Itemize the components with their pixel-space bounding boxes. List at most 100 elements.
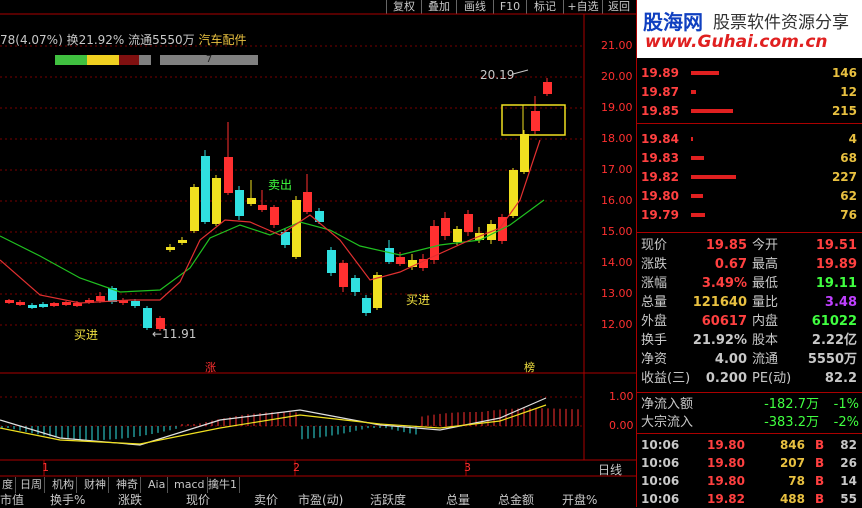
- order-volume-bar: [691, 194, 703, 198]
- flow-value: -182.7万: [764, 397, 819, 412]
- trades-divider: [637, 433, 862, 434]
- tab-caishen[interactable]: 财神: [82, 477, 109, 493]
- order-volume-bar: [691, 90, 696, 94]
- candle-body: [373, 275, 382, 308]
- quote-row: 收益(三) 0.200 PE(动) 82.2: [639, 369, 861, 388]
- order-volume: 68: [840, 151, 857, 165]
- trade-time: 10:06: [641, 474, 680, 488]
- quote-key: 最高: [752, 257, 779, 272]
- order-book-divider: [637, 123, 862, 124]
- candle-body: [270, 207, 279, 225]
- quote-row: 净资 4.00 流通 5550万: [639, 350, 861, 369]
- flow-pct: -1%: [833, 397, 859, 412]
- order-volume: 76: [840, 208, 857, 222]
- col-market-cap[interactable]: 市值: [0, 494, 24, 507]
- quote-key: 量比: [752, 295, 779, 310]
- order-volume-bar: [691, 175, 736, 179]
- col-turnover[interactable]: 换手%: [50, 494, 85, 507]
- tab-du[interactable]: 度: [0, 477, 16, 493]
- indicator-tabs: 度 日周 机构 财神 神奇 Aia macd 擒牛1: [0, 477, 636, 493]
- candle-body: [396, 257, 405, 264]
- candle-body: [166, 247, 175, 250]
- order-volume: 227: [831, 170, 857, 184]
- buy-signal-1: 买进: [74, 328, 99, 342]
- quote-divider: [637, 232, 862, 233]
- candle-body: [62, 302, 71, 305]
- col-price[interactable]: 现价: [186, 494, 210, 507]
- quote-row: 现价 19.85 今开 19.51: [639, 236, 861, 255]
- quote-key: 换手: [641, 333, 668, 348]
- flow-row: 大宗流入 -383.2万 -2%: [639, 413, 861, 432]
- candle-body: [131, 301, 140, 306]
- order-book-row: 19.87 12: [639, 83, 861, 102]
- price-axis-label: 19.00: [601, 101, 633, 114]
- order-book-row: 19.89 146: [639, 64, 861, 83]
- col-pe[interactable]: 市盈(动): [298, 494, 343, 507]
- trade-side: B: [815, 456, 825, 470]
- col-open-pct[interactable]: 开盘%: [562, 494, 597, 507]
- tab-shenqi[interactable]: 神奇: [114, 477, 141, 493]
- trade-side: B: [815, 438, 825, 452]
- trade-price: 19.80: [707, 438, 745, 452]
- candle-body: [362, 298, 371, 313]
- quote-row: 总量 121640 量比 3.48: [639, 293, 861, 312]
- quote-key: 现价: [641, 238, 668, 253]
- candle-body: [464, 214, 473, 232]
- col-change[interactable]: 涨跌: [118, 494, 142, 507]
- low-price-label: ←11.91: [152, 327, 197, 341]
- order-volume-bar: [691, 109, 733, 113]
- order-book-row: 19.82 227: [639, 168, 861, 187]
- candle-body: [39, 304, 48, 307]
- quote-key: 流通: [752, 352, 779, 367]
- tab-institution[interactable]: 机构: [50, 477, 77, 493]
- trade-volume: 78: [788, 474, 805, 488]
- tab-aia[interactable]: Aia: [146, 477, 169, 493]
- candle-body: [212, 178, 221, 224]
- order-volume-bar: [691, 213, 705, 217]
- price-axis-label: 20.00: [601, 70, 633, 83]
- quote-key: 净资: [641, 352, 668, 367]
- col-activity[interactable]: 活跃度: [370, 494, 406, 507]
- col-volume[interactable]: 总量: [446, 494, 470, 507]
- candle-body: [258, 205, 267, 210]
- kline-chart-area[interactable]: 复权 叠加 画线 F10 标记 +自选 返回 78(4.07%) 换21.92%…: [0, 0, 636, 507]
- candle-body: [543, 82, 552, 94]
- trade-volume: 488: [779, 492, 805, 506]
- tab-qinniu[interactable]: 擒牛1: [206, 477, 240, 493]
- order-price: 19.79: [641, 208, 679, 222]
- tab-day-week[interactable]: 日周: [18, 477, 45, 493]
- flow-row: 净流入额 -182.7万 -1%: [639, 395, 861, 414]
- period-label[interactable]: 日线: [598, 461, 622, 478]
- quote-value: 4.00: [714, 352, 747, 367]
- candle-body: [235, 190, 244, 216]
- quote-key: PE(动): [752, 371, 792, 386]
- candle-body: [143, 308, 152, 328]
- order-price: 19.80: [641, 189, 679, 203]
- macd-axis-1: 1.00: [609, 390, 634, 403]
- quote-value: 19.89: [815, 257, 857, 272]
- trade-time: 10:06: [641, 492, 680, 506]
- order-price: 19.83: [641, 151, 679, 165]
- col-ask[interactable]: 卖价: [254, 494, 278, 507]
- candle-body: [520, 134, 529, 172]
- tab-macd[interactable]: macd: [172, 477, 208, 493]
- banner-slogan: 股票软件资源分享: [713, 13, 849, 33]
- order-price: 19.84: [641, 132, 679, 146]
- bottom-column-headers: 市值 换手% 涨跌 现价 卖价 市盈(动) 活跃度 总量 总金额 开盘%: [0, 494, 636, 507]
- col-amount[interactable]: 总金额: [498, 494, 534, 507]
- flow-label: 大宗流入: [641, 415, 694, 430]
- high-price-pointer: [512, 69, 529, 75]
- quote-value: 61022: [811, 314, 857, 329]
- candle-body: [178, 240, 187, 243]
- order-book-row: 19.84 4: [639, 130, 861, 149]
- order-price: 19.82: [641, 170, 679, 184]
- flow-label: 净流入额: [641, 397, 694, 412]
- limit-up-marker: 涨: [205, 361, 216, 374]
- candle-body: [327, 250, 336, 273]
- trade-count: 26: [840, 456, 857, 470]
- order-price: 19.87: [641, 85, 679, 99]
- price-axis-label: 13.00: [601, 287, 633, 300]
- price-axis-label: 16.00: [601, 194, 633, 207]
- candle-body: [441, 218, 450, 236]
- price-axis-label: 14.00: [601, 256, 633, 269]
